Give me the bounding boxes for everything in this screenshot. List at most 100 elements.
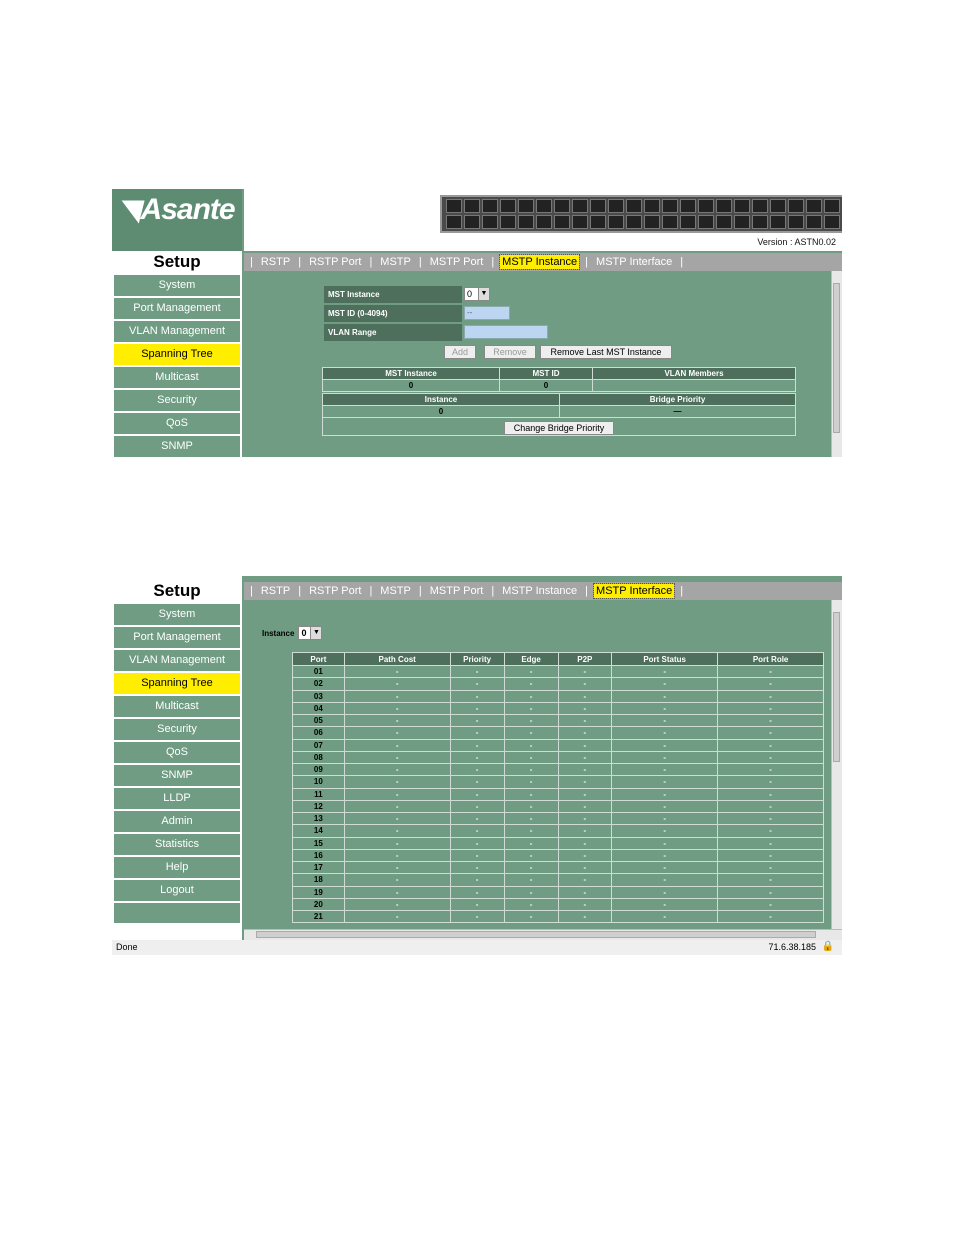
sidebar-item-logout[interactable]: Logout (114, 880, 240, 901)
port-number: 21 (292, 909, 345, 924)
vlan-range-row: VLAN Range (324, 324, 548, 341)
sidebar-item-vlan-management[interactable]: VLAN Management (114, 321, 240, 342)
tab-bar: | RSTP | RSTP Port | MSTP | MSTP Port | MSTP Inst… (244, 582, 842, 600)
port-row-top (446, 199, 842, 213)
mstp-instance-screenshot: ◥Asante Version : ASTN0.02 Setup System P… (112, 189, 842, 457)
table-cell: - (611, 824, 719, 838)
table-cell: - (503, 713, 559, 728)
change-bridge-priority-button[interactable]: Change Bridge Priority (504, 421, 614, 435)
table-cell: - (611, 787, 719, 801)
sidebar-title: Setup (112, 251, 242, 273)
sidebar-item-port-management[interactable]: Port Management (114, 298, 240, 319)
column-header-port: Port (292, 652, 345, 666)
instance-select[interactable]: 0 ▼ (298, 626, 323, 640)
ethernet-port-icon (824, 199, 840, 213)
port-number: 14 (292, 824, 345, 838)
asante-logo: ◥Asante (118, 193, 236, 226)
sidebar-item-qos[interactable]: QoS (114, 742, 240, 763)
sidebar-item-port-management[interactable]: Port Management (114, 627, 240, 648)
main-content: MST Instance 0 ▼ MST ID (0-4094) -- VLAN … (244, 271, 842, 457)
table-cell: - (503, 750, 559, 765)
table-cell: - (611, 775, 719, 789)
vertical-scrollbar[interactable] (831, 271, 842, 457)
table-cell: - (557, 873, 613, 887)
table-row: 0 0 (322, 379, 796, 392)
table-cell: - (557, 787, 613, 801)
ethernet-port-icon (788, 199, 804, 213)
ethernet-port-icon (788, 215, 804, 229)
mst-instance-select[interactable]: 0 ▼ (464, 287, 490, 301)
tab-mstp-port[interactable]: MSTP Port (428, 584, 486, 598)
ethernet-port-icon (446, 215, 462, 229)
remove-last-mst-instance-button[interactable]: Remove Last MST Instance (540, 345, 672, 359)
sidebar-item-security[interactable]: Security (114, 719, 240, 740)
table-cell: - (557, 824, 613, 838)
table-cell: - (557, 738, 613, 752)
remove-button[interactable]: Remove (484, 345, 536, 359)
ethernet-port-icon (572, 215, 588, 229)
sidebar-item-help[interactable]: Help (114, 857, 240, 878)
sidebar-item-snmp[interactable]: SNMP (114, 436, 240, 457)
table-cell: - (503, 836, 559, 850)
sidebar-item-spanning-tree[interactable]: Spanning Tree (114, 344, 240, 365)
sidebar-item-lldp[interactable]: LLDP (114, 788, 240, 809)
sidebar-item-qos[interactable]: QoS (114, 413, 240, 434)
port-number: 05 (292, 713, 345, 728)
ethernet-port-icon (716, 215, 732, 229)
port-number: 09 (292, 762, 345, 777)
tab-separator: | (585, 256, 589, 268)
sidebar-item-multicast[interactable]: Multicast (114, 696, 240, 717)
sidebar-item-statistics[interactable]: Statistics (114, 834, 240, 855)
port-number: 11 (292, 787, 345, 801)
tab-mstp[interactable]: MSTP (378, 255, 413, 269)
table-cell: - (717, 713, 824, 728)
sidebar-item-spanning-tree[interactable]: Spanning Tree (114, 673, 240, 694)
tab-mstp-port[interactable]: MSTP Port (428, 255, 486, 269)
table-cell: - (449, 664, 505, 679)
sidebar-item-snmp[interactable]: SNMP (114, 765, 240, 786)
table-cell: - (343, 873, 451, 887)
vertical-scrollbar[interactable] (831, 600, 842, 929)
ethernet-port-icon (590, 199, 606, 213)
tab-rstp[interactable]: RSTP (259, 584, 292, 598)
tab-mstp-instance[interactable]: MSTP Instance (499, 254, 581, 270)
main-content: Instance 0 ▼ Port Path Cost Priority Edge P2P… (244, 600, 842, 929)
tab-mstp-instance[interactable]: MSTP Instance (500, 584, 579, 598)
table-cell: - (717, 762, 824, 777)
scrollbar-thumb[interactable] (833, 612, 840, 762)
table-cell: - (611, 897, 719, 912)
sidebar-item-admin[interactable]: Admin (114, 811, 240, 832)
table-cell: - (611, 738, 719, 752)
sidebar-item-multicast[interactable]: Multicast (114, 367, 240, 388)
ethernet-port-icon (608, 215, 624, 229)
vlan-range-input[interactable] (464, 325, 548, 339)
ethernet-port-icon (518, 199, 534, 213)
table-cell: - (611, 750, 719, 765)
table-cell: - (611, 848, 719, 863)
sidebar-item-system[interactable]: System (114, 604, 240, 625)
port-number: 16 (292, 848, 345, 863)
table-cell: - (717, 677, 824, 691)
table-cell: - (717, 836, 824, 850)
sidebar-item-vlan-management[interactable]: VLAN Management (114, 650, 240, 671)
table-cell: - (343, 726, 451, 740)
tab-mstp-interface[interactable]: MSTP Interface (593, 583, 676, 599)
table-cell: - (503, 848, 559, 863)
tab-separator: | (418, 256, 422, 268)
add-button[interactable]: Add (444, 345, 476, 359)
sidebar-item-security[interactable]: Security (114, 390, 240, 411)
scrollbar-thumb[interactable] (256, 931, 816, 938)
table-row: 06- - - - - - (292, 726, 824, 740)
horizontal-scrollbar[interactable] (244, 929, 842, 940)
sidebar-item-system[interactable]: System (114, 275, 240, 296)
port-number: 03 (292, 689, 345, 703)
tab-rstp-port[interactable]: RSTP Port (307, 584, 363, 598)
tab-rstp-port[interactable]: RSTP Port (307, 255, 363, 269)
tab-mstp-interface[interactable]: MSTP Interface (594, 255, 674, 269)
mst-id-input[interactable]: -- (464, 306, 510, 320)
tab-mstp[interactable]: MSTP (378, 584, 413, 598)
tab-rstp[interactable]: RSTP (259, 255, 292, 269)
scrollbar-thumb[interactable] (833, 283, 840, 433)
port-number: 08 (292, 750, 345, 765)
table-cell: - (717, 775, 824, 789)
